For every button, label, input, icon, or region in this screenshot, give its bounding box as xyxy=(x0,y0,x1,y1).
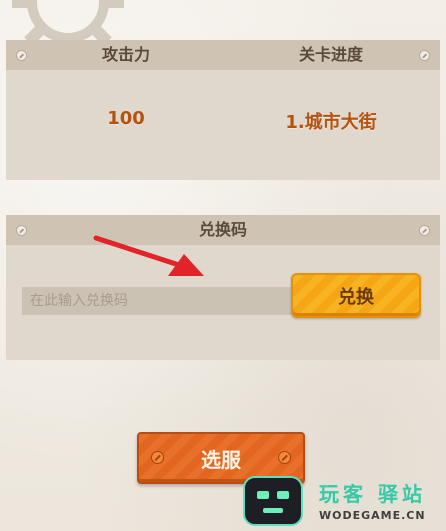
progress-header: 关卡进度 xyxy=(298,45,363,64)
robot-logo-icon xyxy=(243,476,303,526)
bolt-icon xyxy=(151,451,164,464)
stats-panel: 攻击力 关卡进度 100 1.城市大街 xyxy=(6,40,440,180)
redeem-panel-header: 兑换码 xyxy=(6,215,440,245)
bolt-icon xyxy=(16,225,27,236)
bolt-icon xyxy=(16,50,27,61)
exchange-button[interactable]: 兑换 xyxy=(291,273,421,318)
redeem-code-input[interactable] xyxy=(22,287,292,315)
attack-header: 攻击力 xyxy=(101,45,150,64)
progress-value: 1.城市大街 xyxy=(285,112,377,133)
redeem-panel: 兑换码 兑换 xyxy=(6,215,440,360)
bolt-icon xyxy=(278,451,291,464)
stats-panel-header: 攻击力 关卡进度 xyxy=(6,40,440,70)
bolt-icon xyxy=(419,50,430,61)
watermark: 玩客 驿站 WODEGAME.CN xyxy=(243,474,443,529)
bolt-icon xyxy=(419,225,430,236)
select-server-label: 选服 xyxy=(201,447,241,472)
attack-value: 100 xyxy=(107,108,145,129)
pointer-arrow-icon xyxy=(93,235,204,276)
watermark-domain: WODEGAME.CN xyxy=(319,509,426,522)
watermark-brand: 玩客 驿站 xyxy=(319,482,426,506)
